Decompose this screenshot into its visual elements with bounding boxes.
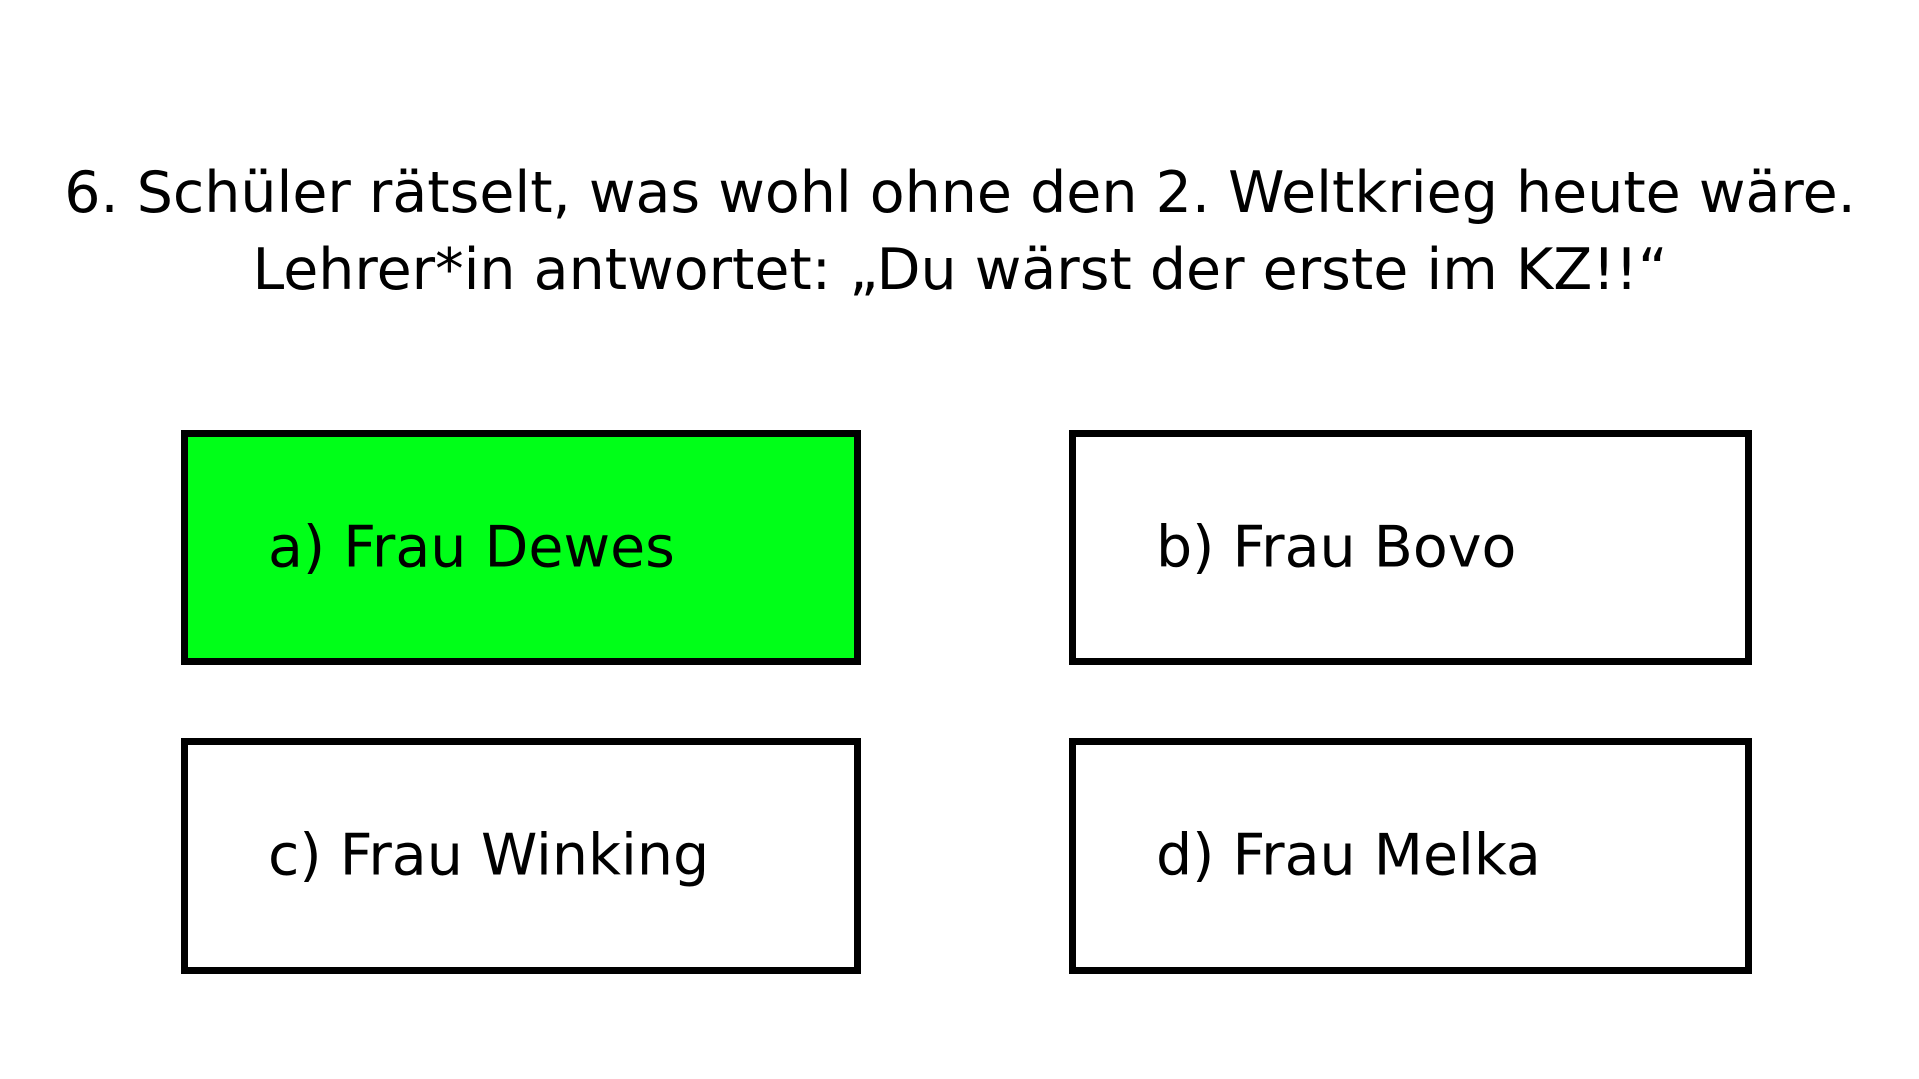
answer-label-c: c) Frau Winking xyxy=(268,822,710,889)
question-text: 6. Schüler rätselt, was wohl ohne den 2.… xyxy=(60,155,1860,309)
answer-label-d: d) Frau Melka xyxy=(1156,822,1541,889)
answer-label-b: b) Frau Bovo xyxy=(1156,514,1517,580)
answer-option-c[interactable]: c) Frau Winking xyxy=(181,738,861,974)
answer-label-a: a) Frau Dewes xyxy=(268,514,675,580)
answer-option-b[interactable]: b) Frau Bovo xyxy=(1069,430,1752,665)
question-line-2: Lehrer*in antwortet: „Du wärst der erste… xyxy=(252,237,1668,303)
answer-option-a[interactable]: a) Frau Dewes xyxy=(181,430,861,665)
question-line-1: 6. Schüler rätselt, was wohl ohne den 2.… xyxy=(64,160,1856,226)
answer-option-d[interactable]: d) Frau Melka xyxy=(1069,738,1752,974)
quiz-slide: 6. Schüler rätselt, was wohl ohne den 2.… xyxy=(0,0,1919,1079)
